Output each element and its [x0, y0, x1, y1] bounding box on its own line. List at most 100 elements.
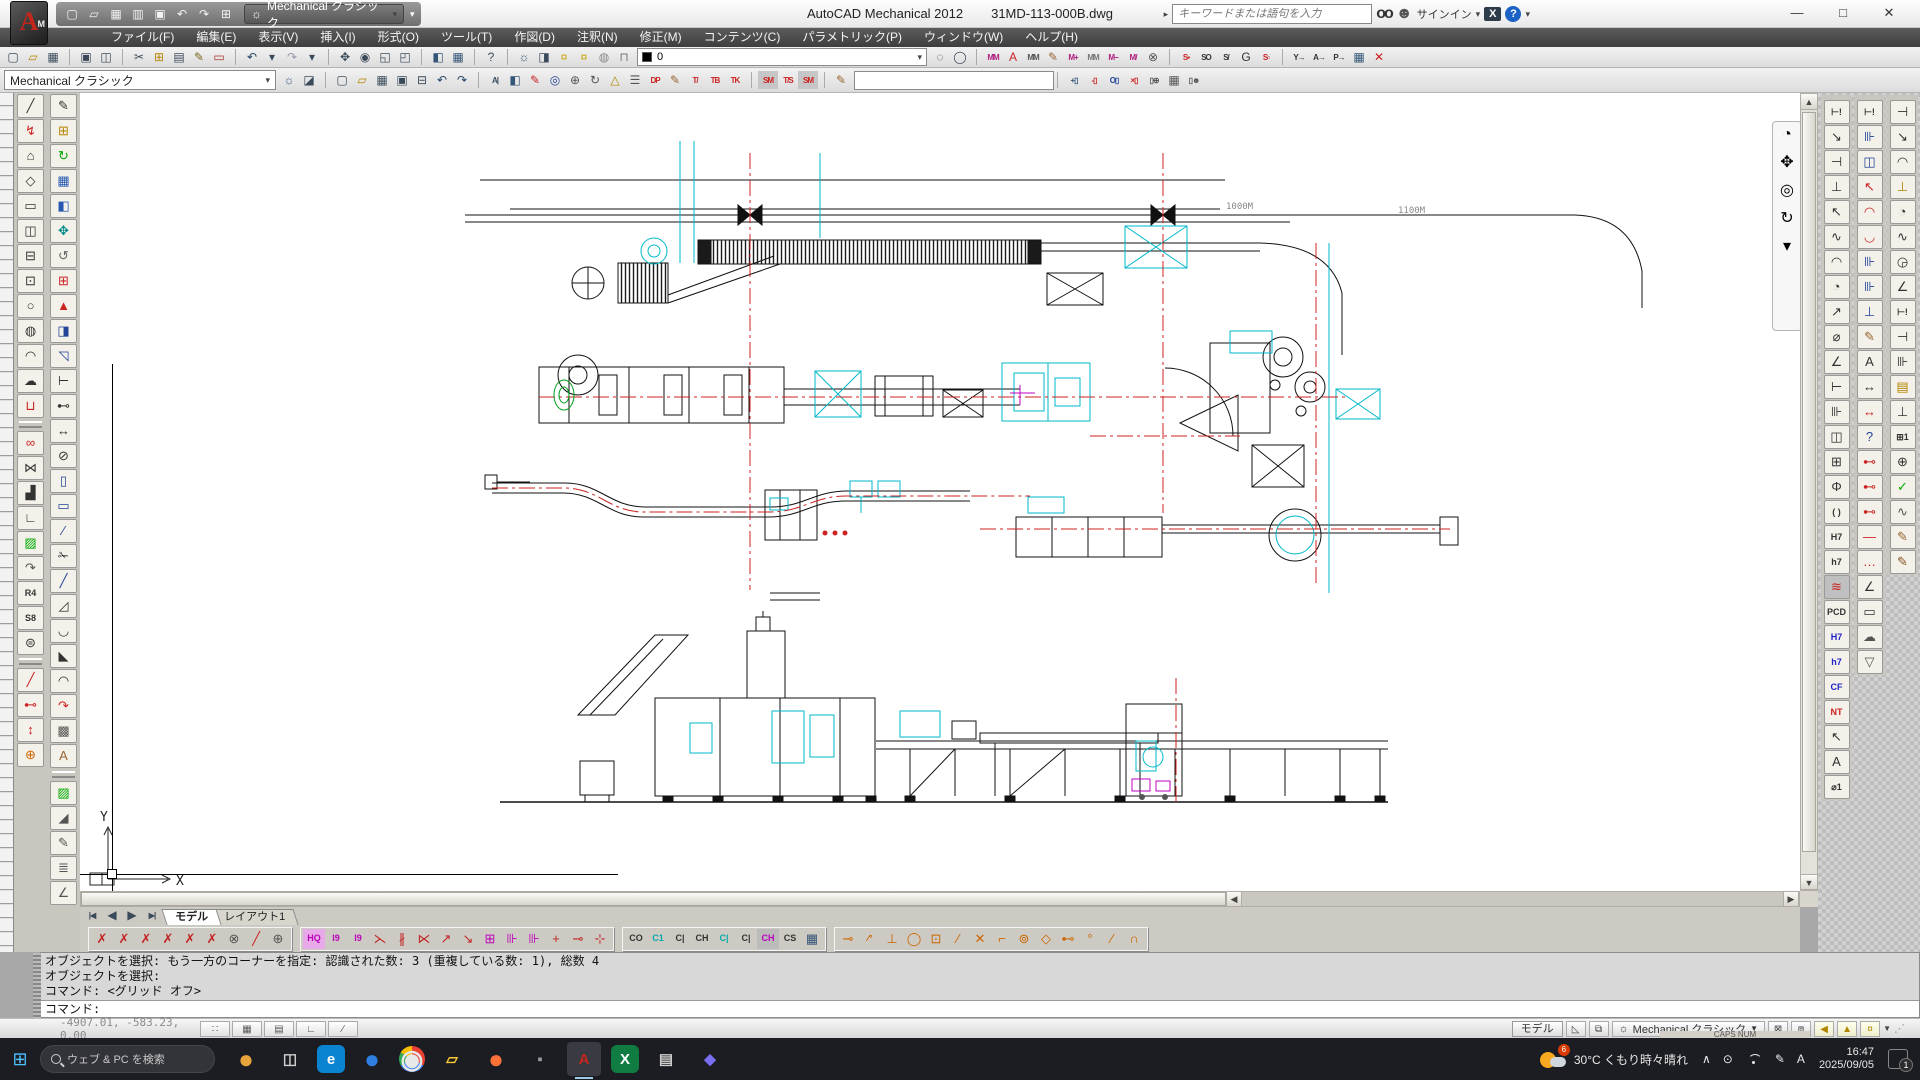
cleanscreen-icon[interactable]: ◀: [1814, 1021, 1834, 1037]
g-icon[interactable]: G: [1236, 48, 1256, 66]
polyline-icon[interactable]: ↯: [17, 119, 44, 143]
polygon-icon[interactable]: ⌂: [17, 144, 44, 168]
zoom-object-icon[interactable]: ◌: [930, 48, 950, 66]
fit-h7c-icon[interactable]: h7: [1824, 650, 1850, 674]
line-icon[interactable]: ╱: [17, 94, 44, 118]
viewport3-icon[interactable]: ⊡: [17, 269, 44, 293]
dia1-icon[interactable]: ⌀1: [1824, 775, 1850, 799]
search-binoculars-icon[interactable]: oo: [1376, 5, 1392, 23]
chamfer1-icon[interactable]: ◿: [50, 594, 77, 618]
taskbar-app-autocad[interactable]: A: [567, 1042, 601, 1076]
copy-icon[interactable]: ⊞: [50, 119, 77, 143]
dim-diameter-icon[interactable]: ⌀: [1824, 325, 1850, 349]
zoom-tool-icon[interactable]: ◎: [1780, 180, 1794, 200]
menu-item[interactable]: コンテンツ(C): [693, 28, 792, 47]
menu-item[interactable]: パラメトリック(P): [791, 28, 913, 47]
text-edit-icon[interactable]: A: [50, 744, 77, 768]
dim-linear3-icon[interactable]: ⊣: [1890, 100, 1916, 124]
layer-mm3-icon[interactable]: MM: [1083, 48, 1103, 66]
osnap-mid-icon[interactable]: ∕°: [859, 929, 881, 949]
horizontal-scroll-track[interactable]: [1242, 892, 1783, 906]
move-layer-icon[interactable]: MM: [983, 48, 1003, 66]
dim-arc3-icon[interactable]: ◡: [1857, 225, 1883, 249]
zoom-extents-icon[interactable]: ◯: [950, 48, 970, 66]
matchprop-icon[interactable]: ✎: [189, 48, 209, 66]
sym-fork-icon[interactable]: ⋋: [369, 929, 391, 949]
layer-group-del-icon[interactable]: ×▯: [1124, 71, 1144, 89]
command-window-grip[interactable]: [33, 953, 41, 1019]
t-b-icon[interactable]: TB: [705, 71, 725, 89]
redo-drop-icon[interactable]: ▾: [302, 48, 322, 66]
viewport2-icon[interactable]: ⊟: [17, 244, 44, 268]
chamfer2-icon[interactable]: ◣: [50, 644, 77, 668]
bom-list-icon[interactable]: ☰: [625, 71, 645, 89]
circle-icon[interactable]: ○: [17, 294, 44, 318]
dim-datum3-icon[interactable]: ⊥: [1890, 400, 1916, 424]
sm-1-icon[interactable]: SM: [758, 71, 778, 89]
layer-group-bld-icon[interactable]: ▦: [1164, 71, 1184, 89]
tray-onedrive-icon[interactable]: ⊙: [1723, 1052, 1733, 1066]
taskbar-app-excel[interactable]: X: [611, 1045, 639, 1073]
leader-icon[interactable]: ↖: [1824, 725, 1850, 749]
gradient-icon[interactable]: ◢: [50, 806, 77, 830]
erase-pencil-icon[interactable]: ✎: [50, 94, 77, 118]
trim-circle-icon[interactable]: ⊘: [50, 444, 77, 468]
help-icon[interactable]: ?: [1505, 6, 1521, 22]
s-slash-icon[interactable]: S/: [1216, 48, 1236, 66]
edit-layer-icon[interactable]: A: [1003, 48, 1023, 66]
tab-next-icon[interactable]: ▶: [122, 906, 142, 924]
dash-slash-icon[interactable]: ╱: [50, 569, 77, 593]
dim-text-icon[interactable]: A: [1857, 350, 1883, 374]
zoom-realtime-icon[interactable]: ◉: [355, 48, 375, 66]
dim-wave-icon[interactable]: ∿: [1890, 500, 1916, 524]
menu-item[interactable]: 修正(M): [629, 28, 693, 47]
annotate-icon[interactable]: ✎: [831, 71, 851, 89]
undo-icon[interactable]: ↶: [172, 5, 192, 23]
ws-settings-icon[interactable]: ☼: [279, 71, 299, 89]
layer-slash-icon[interactable]: M/: [1123, 48, 1143, 66]
osnap-center-icon[interactable]: ⊚: [1013, 929, 1035, 949]
osnap-int-icon[interactable]: ✕: [969, 929, 991, 949]
dim-arrows-icon[interactable]: ↔: [1857, 375, 1883, 399]
dim-angular-icon[interactable]: ∠: [1824, 350, 1850, 374]
dim-dots-icon[interactable]: …: [1857, 550, 1883, 574]
command-alias-field[interactable]: [854, 71, 1054, 90]
taskbar-search[interactable]: ウェブ & PC を検索: [40, 1045, 215, 1073]
dim-chain-icon[interactable]: ⊪: [1857, 250, 1883, 274]
dim-diameter3-icon[interactable]: ◶: [1890, 250, 1916, 274]
tray-pen-icon[interactable]: ✎: [1775, 1052, 1785, 1066]
snap-x4-icon[interactable]: ✗: [157, 929, 179, 949]
view-detail-icon[interactable]: ◹: [50, 344, 77, 368]
workspace-combo[interactable]: Mechanical クラシック ▾: [4, 70, 276, 90]
cs-icon[interactable]: CS: [779, 929, 801, 949]
dim-linear-icon[interactable]: ⊣: [1824, 150, 1850, 174]
fit-pcd-icon[interactable]: PCD: [1824, 600, 1850, 624]
undo-icon[interactable]: ↶: [432, 71, 452, 89]
dim-continue-icon[interactable]: ⊪: [1824, 400, 1850, 424]
wifi-icon[interactable]: [1747, 1054, 1761, 1064]
layer-minus-icon[interactable]: M−: [1103, 48, 1123, 66]
dim-dumbbell2-icon[interactable]: ⊷: [1857, 475, 1883, 499]
a-arrow-icon[interactable]: A→: [1309, 48, 1329, 66]
save-icon[interactable]: ▦: [372, 71, 392, 89]
dim-rotated-icon[interactable]: ↖: [1824, 200, 1850, 224]
divide-icon[interactable]: ∕: [50, 519, 77, 543]
rect-dash2-icon[interactable]: ▭: [50, 494, 77, 518]
dim-quick-icon[interactable]: ⊢: [1824, 375, 1850, 399]
array-icon[interactable]: ▦: [50, 169, 77, 193]
layer-iso-icon[interactable]: ◍: [594, 48, 614, 66]
copy-sheet-icon[interactable]: ⊟: [412, 71, 432, 89]
fillet-r4-icon[interactable]: R4: [17, 581, 44, 605]
fit-h7-icon[interactable]: H7: [1824, 525, 1850, 549]
toolbar-grip[interactable]: [52, 771, 75, 778]
layer-mm2-icon[interactable]: MM: [1023, 48, 1043, 66]
stretch-icon[interactable]: ⊢: [50, 369, 77, 393]
fit-h7b-icon[interactable]: h7: [1824, 550, 1850, 574]
cb1-icon[interactable]: C|: [669, 929, 691, 949]
ws-frame-icon[interactable]: ◪: [299, 71, 319, 89]
dim-base3-icon[interactable]: ⊣: [1890, 325, 1916, 349]
dim-help-icon[interactable]: ?: [1857, 425, 1883, 449]
sm-2-icon[interactable]: SM: [798, 71, 818, 89]
delete-x-icon[interactable]: ✕: [1369, 48, 1389, 66]
command-input[interactable]: コマンド:: [41, 1001, 1919, 1017]
